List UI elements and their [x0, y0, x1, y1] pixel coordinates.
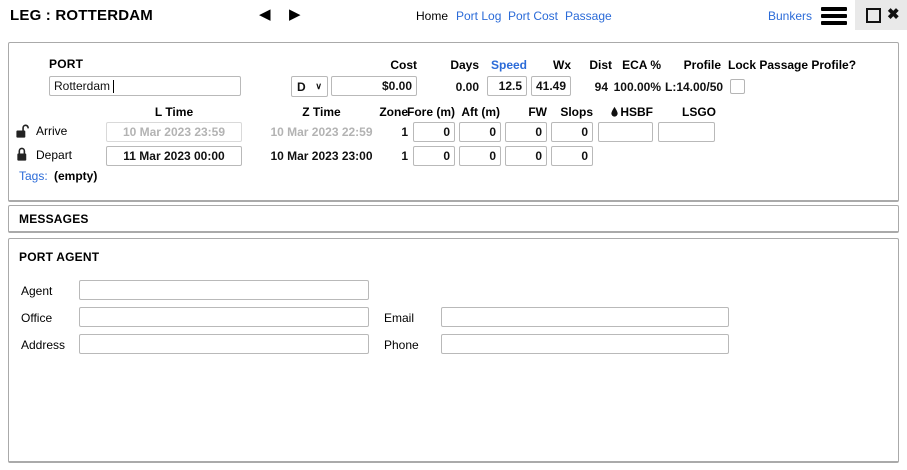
address-input[interactable] [79, 334, 369, 354]
fuel-drop-icon [610, 106, 619, 117]
port-name-input[interactable] [49, 76, 241, 96]
port-agent-section: PORT AGENT Agent Office Email Address Ph… [8, 238, 899, 463]
lock-passage-label: Lock Passage Profile? [728, 58, 856, 72]
tab-home[interactable]: Home [416, 9, 448, 23]
arrive-zone-value: 1 [378, 125, 408, 139]
eca-label: ECA % [616, 58, 661, 72]
agent-label: Agent [21, 284, 52, 298]
arrive-fore-input[interactable] [413, 122, 455, 142]
depart-slops-input[interactable] [551, 146, 593, 166]
arrive-fw-input[interactable] [505, 122, 547, 142]
tab-port-log[interactable]: Port Log [456, 9, 501, 23]
dist-label: Dist [578, 58, 612, 72]
depart-label: Depart [36, 148, 72, 162]
lock-passage-checkbox[interactable] [730, 79, 745, 94]
lock-icon[interactable] [15, 146, 30, 162]
cost-label: Cost [357, 58, 417, 72]
wx-input[interactable] [531, 76, 571, 96]
arrive-ztime-value: 10 Mar 2023 22:59 [264, 125, 379, 139]
hsbf-header-text: HSBF [620, 105, 653, 119]
next-leg-icon[interactable]: ▶ [289, 5, 301, 25]
menu-icon[interactable] [821, 7, 847, 25]
profile-label: Profile [661, 58, 721, 72]
l-time-header: L Time [106, 105, 242, 119]
arrive-label: Arrive [36, 124, 67, 138]
depart-ltime-input[interactable] [106, 146, 242, 166]
tab-passage[interactable]: Passage [565, 9, 612, 23]
arrive-slops-input[interactable] [551, 122, 593, 142]
dist-value: 94 [578, 80, 608, 94]
arrive-ltime-input [106, 122, 242, 142]
office-input[interactable] [79, 307, 369, 327]
close-icon[interactable]: ✖ [887, 5, 900, 23]
port-section: PORT Cost Days Speed Wx Dist ECA % Profi… [8, 42, 899, 202]
bunkers-link[interactable]: Bunkers [768, 9, 812, 23]
email-input[interactable] [441, 307, 729, 327]
phone-input[interactable] [441, 334, 729, 354]
address-label: Address [21, 338, 65, 352]
unlock-icon[interactable] [15, 123, 30, 139]
z-time-header: Z Time [264, 105, 379, 119]
prev-leg-icon[interactable]: ◀ [259, 5, 271, 25]
phone-label: Phone [384, 338, 419, 352]
email-label: Email [384, 311, 414, 325]
speed-input[interactable] [487, 76, 527, 96]
maximize-icon[interactable] [866, 8, 881, 23]
profile-value: L:14.00/50 [665, 80, 723, 94]
wx-label: Wx [526, 58, 571, 72]
window-controls: ✖ [855, 0, 907, 30]
hsbf-header: HSBF [593, 105, 653, 119]
office-label: Office [21, 311, 52, 325]
leg-detail-window: LEG : ROTTERDAM ◀ ▶ Home Port Log Port C… [0, 0, 907, 470]
agent-input[interactable] [79, 280, 369, 300]
text-caret [113, 80, 114, 93]
depart-fw-input[interactable] [505, 146, 547, 166]
tags-value: (empty) [54, 169, 97, 183]
messages-section: MESSAGES [8, 205, 899, 233]
tags-link[interactable]: Tags: [19, 169, 48, 183]
port-function-value: D [297, 80, 306, 94]
days-label: Days [419, 58, 479, 72]
port-function-select[interactable]: D ∨ [291, 76, 328, 97]
port-agent-section-title: PORT AGENT [19, 250, 99, 264]
depart-zone-value: 1 [378, 149, 408, 163]
cost-input[interactable] [331, 76, 417, 96]
lsgo-header: LSGO [656, 105, 716, 119]
depart-ztime-value: 10 Mar 2023 23:00 [264, 149, 379, 163]
eca-value: 100.00% [611, 80, 661, 94]
aft-header: Aft (m) [441, 105, 500, 119]
tab-port-cost[interactable]: Port Cost [508, 9, 558, 23]
days-value: 0.00 [419, 80, 479, 94]
chevron-down-icon: ∨ [315, 81, 322, 92]
depart-fore-input[interactable] [413, 146, 455, 166]
page-title: LEG : ROTTERDAM [10, 7, 153, 24]
port-section-title: PORT [49, 57, 83, 71]
arrive-lsgo-input[interactable] [658, 122, 715, 142]
messages-section-title: MESSAGES [19, 212, 89, 226]
speed-label[interactable]: Speed [482, 58, 527, 72]
arrive-hsbf-input[interactable] [598, 122, 653, 142]
slops-header: Slops [533, 105, 593, 119]
arrive-aft-input[interactable] [459, 122, 501, 142]
depart-aft-input[interactable] [459, 146, 501, 166]
